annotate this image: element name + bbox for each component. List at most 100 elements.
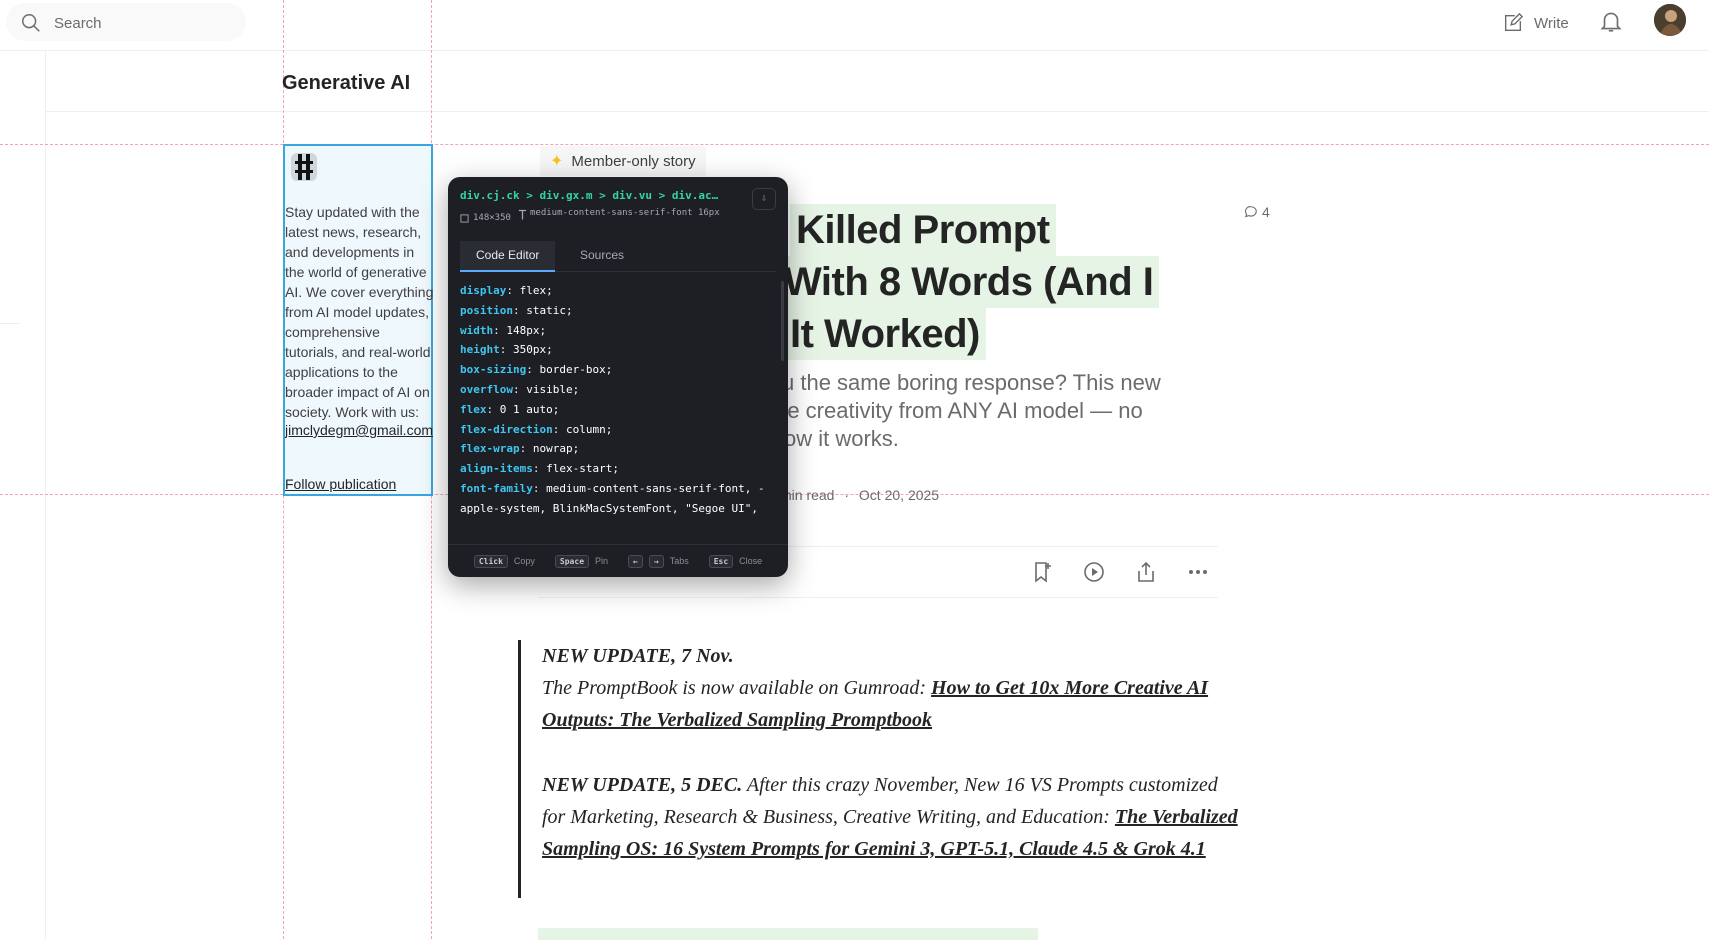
css-value: flex;: [519, 284, 553, 297]
article-meta: min read · Oct 20, 2025: [780, 487, 939, 503]
publication-card: Stay updated with the latest news, resea…: [283, 144, 433, 496]
css-declaration: flex-direction: column;: [460, 420, 772, 440]
element-selector-path[interactable]: div.cj.ck > div.gx.m > div.vu > div.ac…: [460, 189, 718, 202]
publication-title[interactable]: Generative AI: [282, 72, 410, 95]
css-colon: :: [552, 422, 566, 436]
comment-count-value: 4: [1262, 204, 1270, 220]
pencil-square-icon: [1504, 12, 1524, 32]
css-declaration: width: 148px;: [460, 321, 772, 341]
css-colon: :: [506, 284, 520, 297]
css-property: overflow: [460, 382, 513, 396]
publish-date: Oct 20, 2025: [858, 487, 940, 503]
css-colon: :: [493, 323, 507, 337]
css-declaration: overflow: visible;: [460, 380, 772, 400]
space-hint: Pin: [595, 556, 609, 566]
css-declaration: display: flex;: [460, 281, 772, 301]
code-scrollbar[interactable]: [781, 281, 784, 361]
css-property: font-family: [460, 481, 533, 495]
pub-header-divider: [45, 111, 1709, 112]
member-only-badge: ✦ Member-only story: [540, 146, 706, 176]
css-declaration: height: 350px;: [460, 340, 772, 360]
element-size-value: 148×350: [473, 213, 511, 223]
write-label: Write: [1534, 14, 1569, 32]
esc-key: Esc: [708, 554, 734, 568]
article-title-line-3: It Worked): [784, 308, 986, 360]
css-value: 148px;: [506, 323, 547, 337]
css-declaration: flex-wrap: nowrap;: [460, 439, 772, 459]
css-property: align-items: [460, 462, 533, 476]
left-arrow-key: ←: [628, 554, 643, 568]
element-font: medium-content-sans-serif-font 16px: [530, 208, 720, 218]
left-rail-mark: [0, 323, 20, 324]
meta-separator: ·: [844, 487, 850, 503]
css-declaration: flex: 0 1 auto;: [460, 400, 772, 420]
article-title-line-1: Killed Prompt: [790, 204, 1056, 256]
css-colon: :: [519, 442, 533, 456]
css-declaration: position: static;: [460, 301, 772, 321]
css-property: width: [460, 323, 494, 337]
inspector-tabs: Code Editor Sources: [460, 241, 776, 272]
search-input[interactable]: Search: [6, 3, 246, 41]
update-paragraph-2: NEW UPDATE, 5 DEC. After this crazy Nove…: [542, 769, 1242, 865]
bell-icon[interactable]: [1598, 8, 1624, 34]
member-only-label: Member-only story: [571, 152, 696, 170]
article-subtitle-line-2: re creativity from ANY AI model — no: [780, 398, 1143, 423]
update-paragraph-1: NEW UPDATE, 7 Nov. The PromptBook is now…: [542, 640, 1242, 736]
play-icon[interactable]: [1082, 560, 1106, 584]
next-paragraph-highlight: [538, 928, 1038, 940]
right-arrow-key: →: [648, 554, 664, 568]
css-property: display: [460, 284, 507, 297]
css-declaration: box-sizing: border-box;: [460, 360, 772, 380]
inspector-panel[interactable]: div.cj.ck > div.gx.m > div.vu > div.ac… …: [448, 177, 788, 577]
css-declaration: align-items: flex-start;: [460, 459, 772, 479]
space-key: Space: [554, 554, 590, 568]
comment-count[interactable]: 4: [1244, 204, 1270, 220]
update-blockquote: NEW UPDATE, 7 Nov. The PromptBook is now…: [518, 640, 1242, 898]
bookmark-add-icon[interactable]: [1030, 560, 1054, 584]
avatar[interactable]: [1654, 4, 1686, 36]
css-property: height: [460, 343, 500, 357]
star-icon: ✦: [550, 153, 564, 170]
read-time: min read: [780, 487, 835, 503]
css-value: nowrap;: [532, 442, 580, 456]
css-property: flex-wrap: [460, 442, 520, 456]
publication-email-link[interactable]: jimclydegm@gmail.com: [285, 420, 435, 440]
publication-description: Stay updated with the latest news, resea…: [285, 204, 434, 420]
css-value: border-box;: [539, 363, 613, 377]
css-colon: :: [532, 462, 547, 476]
publication-logo-icon[interactable]: [287, 150, 321, 184]
css-code-view[interactable]: display: flex; position: static; width: 14…: [460, 281, 772, 521]
write-button[interactable]: Write: [1502, 9, 1569, 37]
update-1-text: The PromptBook is now available on Gumro…: [542, 677, 932, 699]
article-subtitle-line-3: ow it works.: [784, 426, 899, 451]
article-subtitle-line-1: u the same boring response? This new: [782, 370, 1161, 395]
article-title-line-2: With 8 Words (And I: [778, 256, 1160, 308]
tab-sources[interactable]: Sources: [564, 241, 640, 270]
css-colon: :: [526, 363, 540, 377]
css-colon: :: [499, 343, 513, 357]
follow-publication-link[interactable]: Follow publication: [285, 476, 396, 492]
update-2-heading: NEW UPDATE, 5 DEC.: [542, 774, 743, 796]
more-options-icon[interactable]: [1186, 560, 1210, 584]
search-placeholder: Search: [54, 15, 102, 32]
pin-icon[interactable]: ⇩: [752, 188, 776, 210]
tabs-hint: Tabs: [669, 556, 689, 566]
guide-line-top: [0, 144, 1709, 145]
tab-code-editor[interactable]: Code Editor: [460, 241, 556, 272]
avatar-image: [1654, 4, 1686, 36]
share-icon[interactable]: [1134, 560, 1158, 584]
css-value: flex-start;: [546, 462, 619, 476]
font-icon: [518, 209, 527, 220]
header-divider: [0, 50, 1709, 51]
inspector-shortcuts: Click Copy Space Pin ← → Tabs Esc Close: [448, 544, 788, 577]
css-value: 0 1 auto;: [499, 402, 560, 416]
update-1-heading: NEW UPDATE, 7 Nov.: [542, 645, 734, 667]
click-key: Click: [473, 554, 508, 568]
click-hint: Copy: [513, 556, 535, 566]
css-value: column;: [565, 422, 613, 436]
close-hint: Close: [739, 556, 763, 566]
css-colon: :: [486, 402, 500, 416]
css-property: position: [460, 303, 513, 317]
css-value: 350px;: [513, 343, 553, 357]
css-property: flex: [460, 402, 487, 416]
